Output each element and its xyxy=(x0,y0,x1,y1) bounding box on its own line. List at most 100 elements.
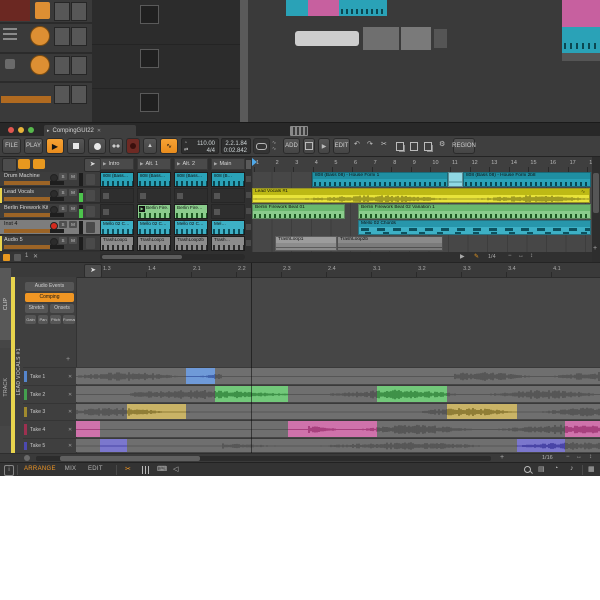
track-stop-button[interactable] xyxy=(86,174,95,185)
take-highlight-region[interactable] xyxy=(517,439,565,452)
zoom-h-icon[interactable]: ↔ xyxy=(576,454,582,460)
track-header-drum-machine[interactable]: Drum MachineSM xyxy=(0,172,100,187)
launcher-clip[interactable]: Mello 02 C… xyxy=(100,220,134,235)
edit-menu-button[interactable]: EDIT xyxy=(333,138,350,154)
cut-tool-icon[interactable]: ✂ xyxy=(125,465,131,473)
take-lane-1[interactable] xyxy=(76,367,600,384)
scene-header-2[interactable]: ▶Alt. 1 xyxy=(137,158,171,170)
region-button[interactable]: REGION xyxy=(453,138,475,154)
view-tab-arrange[interactable]: ARRANGE xyxy=(24,466,56,472)
take-delete-button[interactable]: ✕ xyxy=(68,409,72,415)
playhead-flag[interactable] xyxy=(252,158,257,166)
notes-panel-icon[interactable]: ▤ xyxy=(538,465,545,473)
arranger-clip[interactable]: Berlin Firework Beat 01 xyxy=(252,204,345,219)
launcher-clip[interactable]: 808 (Bass… xyxy=(137,172,171,187)
clip-slot-empty[interactable] xyxy=(137,188,171,203)
track-stop-button[interactable] xyxy=(86,190,95,201)
editor-pointer-tool-button[interactable]: ➤ xyxy=(84,264,102,278)
record-button[interactable] xyxy=(88,138,106,154)
take-delete-button[interactable]: ✕ xyxy=(68,392,72,398)
pencil-icon[interactable]: ✎ xyxy=(474,253,479,260)
volume-fader[interactable] xyxy=(4,197,64,201)
scissors-icon[interactable]: ✂ xyxy=(381,141,387,148)
panel-button-gain[interactable]: Gain xyxy=(25,315,36,324)
stop-column-button[interactable] xyxy=(246,176,251,182)
launcher-toggle-button[interactable] xyxy=(18,159,30,169)
clip-slot-empty[interactable] xyxy=(211,204,245,219)
scene-header-1[interactable]: ▶Intro xyxy=(100,158,134,170)
take-delete-button[interactable]: ✕ xyxy=(68,374,72,380)
clip-slot-empty[interactable] xyxy=(211,188,245,203)
play-menu-button[interactable]: PLAY xyxy=(24,138,43,154)
loop-button[interactable] xyxy=(253,138,270,154)
position-time-value[interactable]: 0:02.842 xyxy=(224,148,247,154)
stop-column-header-icon[interactable] xyxy=(246,160,251,169)
stop-button[interactable] xyxy=(67,138,85,154)
take-highlight-region[interactable] xyxy=(288,421,377,437)
volume-fader[interactable] xyxy=(4,181,64,185)
automation-toggle-button[interactable] xyxy=(33,159,45,169)
add-track-button[interactable]: ADD xyxy=(283,138,300,154)
snap-value-label[interactable]: 1/16 xyxy=(542,455,553,461)
zoom-minus-icon[interactable]: − xyxy=(566,454,570,460)
launcher-clip[interactable]: TrashLoop1 xyxy=(137,236,171,251)
take-highlight-region[interactable] xyxy=(186,368,215,384)
arranger-scrollbar[interactable]: + xyxy=(592,157,600,263)
display-icon[interactable]: ▦ xyxy=(588,465,595,473)
arranger-clip[interactable]: 808 (Bass 08) - House Forni 1 xyxy=(312,172,448,187)
take-highlight-region[interactable] xyxy=(127,404,186,419)
scene-play-icon[interactable]: ▶ xyxy=(103,161,106,167)
undo-icon[interactable]: ↶ xyxy=(354,141,360,148)
follow-playhead-button[interactable]: ▶ xyxy=(318,138,330,154)
metronome-button[interactable]: ▲ xyxy=(143,138,157,154)
editor-scrollbar[interactable] xyxy=(36,456,491,461)
arranger-clip[interactable]: TrashLoop1 xyxy=(275,236,337,251)
file-menu-button[interactable]: FILE xyxy=(2,138,21,154)
panel-button-pan[interactable]: Pan xyxy=(38,315,48,324)
take-highlight-region[interactable] xyxy=(565,421,600,437)
arranger-zoom-label[interactable]: 1/4 xyxy=(488,254,496,260)
timer-icon[interactable]: ◔ xyxy=(554,465,558,472)
zoom-v-icon[interactable]: ↕ xyxy=(530,253,533,259)
arranger-ruler[interactable]: 123456789101112131415161718 xyxy=(252,157,592,173)
take-lane-3[interactable] xyxy=(76,403,600,419)
take-delete-button[interactable]: ✕ xyxy=(68,443,72,449)
arranger-clip[interactable] xyxy=(448,172,463,187)
scrollbar-thumb[interactable] xyxy=(102,255,182,259)
zoom-v-icon[interactable]: ↕ xyxy=(589,454,592,460)
arranger-clip[interactable]: TrashLoop2b xyxy=(337,236,443,251)
stop-column-button[interactable] xyxy=(246,208,251,214)
tab-track[interactable]: TRACK xyxy=(0,348,11,426)
volume-fader[interactable] xyxy=(4,245,64,249)
volume-fader[interactable] xyxy=(4,229,64,233)
view-tab-mix[interactable]: MIX xyxy=(65,466,77,472)
mute-button[interactable]: M xyxy=(69,205,77,212)
launcher-clip[interactable]: 808 (Bass… xyxy=(100,172,134,187)
panel-button-audio-events[interactable]: Audio Events xyxy=(25,282,74,291)
launcher-clip[interactable]: Mello 02 C… xyxy=(174,220,208,235)
clear-icon[interactable]: ✕ xyxy=(33,253,38,260)
arranger-clip[interactable]: Berlin Firework Beat 02 Variation 1 xyxy=(358,204,591,219)
window-minimize-button[interactable] xyxy=(18,127,24,133)
stop-column-button[interactable] xyxy=(246,224,251,230)
numbered-icon[interactable]: 1 xyxy=(25,253,28,259)
mute-button[interactable]: M xyxy=(69,221,77,228)
keyboard-icon[interactable] xyxy=(290,126,308,136)
volume-fader[interactable] xyxy=(4,213,64,217)
launcher-scrollbar[interactable] xyxy=(100,254,245,260)
mute-button[interactable]: M xyxy=(69,237,77,244)
save-button[interactable] xyxy=(303,138,315,154)
add-track-icon[interactable] xyxy=(3,254,10,261)
tempo-display[interactable]: ◔ ⇄ 110.00 4/4 xyxy=(181,138,219,154)
play-button[interactable]: ▶ xyxy=(46,138,64,154)
redo-icon[interactable]: ↷ xyxy=(367,141,373,148)
take-highlight-region[interactable] xyxy=(377,386,447,402)
clip-slot-empty[interactable] xyxy=(100,188,134,203)
launcher-clip[interactable]: Mel… xyxy=(211,220,245,235)
mute-button[interactable]: M xyxy=(69,189,77,196)
solo-button[interactable]: S xyxy=(59,173,67,180)
zoom-plus-icon[interactable]: + xyxy=(500,454,504,461)
launcher-clip[interactable]: TrashLoop1 xyxy=(100,236,134,251)
panel-button-onsets[interactable]: Onsets xyxy=(50,304,74,313)
take-lane-2[interactable] xyxy=(76,385,600,402)
